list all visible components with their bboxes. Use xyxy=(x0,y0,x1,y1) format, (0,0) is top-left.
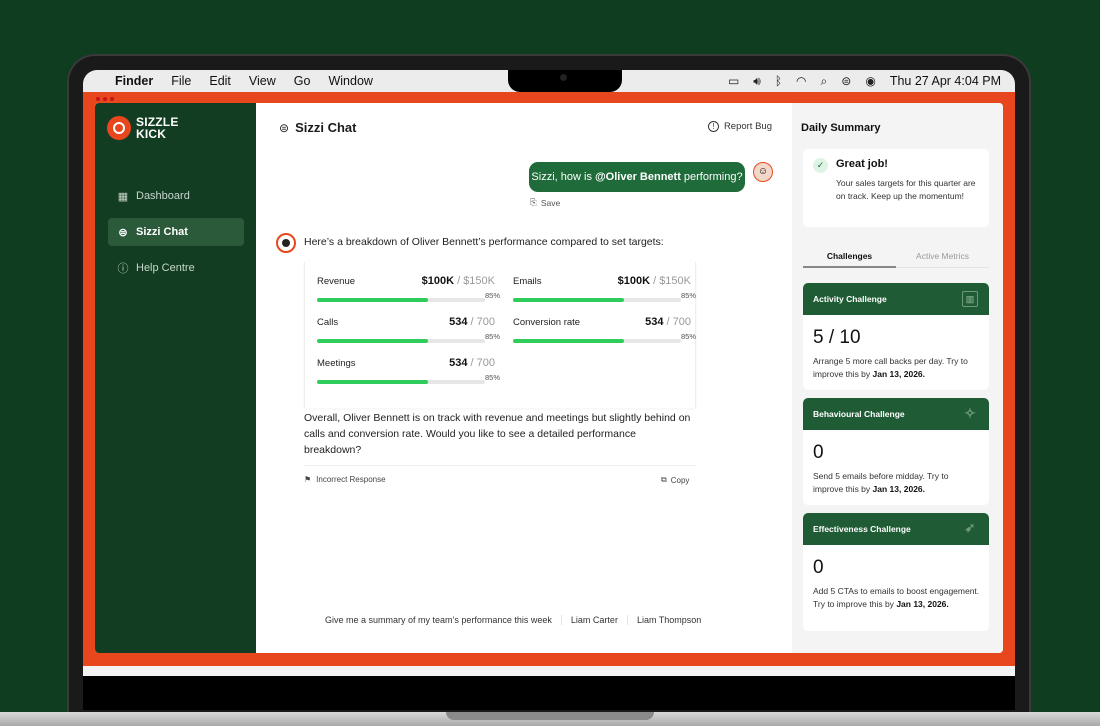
menu-file[interactable]: File xyxy=(171,74,191,88)
info-icon: ! xyxy=(707,121,719,132)
control-center-icon[interactable]: ⊜ xyxy=(841,74,851,88)
metrics-card: Revenue $100K / $150K 85% Emails $100K / $… xyxy=(304,262,696,408)
suggestion-chip[interactable]: Give me a summary of my team’s performan… xyxy=(316,615,561,625)
help-icon: ⓘ xyxy=(117,263,129,275)
chat-panel: ⊜ Sizzi Chat ! Report Bug Sizzi, how is @… xyxy=(256,103,790,653)
screen-bezel: Finder File Edit View Go Window ▭ 🔊︎ ᛒ ◠… xyxy=(83,70,1015,710)
copy-button[interactable]: ⧉ Copy xyxy=(661,475,689,485)
bar-chart-icon: ▥ xyxy=(962,291,978,307)
volume-icon[interactable]: 🔊︎ xyxy=(753,74,761,89)
summary-tabs: Challenges Active Metrics xyxy=(803,244,989,268)
progress-bar xyxy=(513,339,681,344)
daily-summary-panel: Daily Summary ✓ Great job! Your sales ta… xyxy=(792,103,1003,653)
challenge-card-activity[interactable]: Activity Challenge ▥ 5 / 10 Arrange 5 mor… xyxy=(803,283,989,390)
sidebar-item-label: Sizzi Chat xyxy=(136,226,188,238)
bookmark-icon: ⎘ xyxy=(530,197,537,207)
sidebar-item-sizzi-chat[interactable]: ⊜ Sizzi Chat xyxy=(108,218,244,246)
grid-icon: ▦ xyxy=(117,190,129,203)
sidebar-item-label: Dashboard xyxy=(136,190,190,202)
display-icon[interactable]: ▭ xyxy=(728,74,739,88)
sidebar: SIZZLE KICK ▦ Dashboard ⊜ Sizzi Chat ⓘ H… xyxy=(95,103,256,653)
brand-mark-icon xyxy=(107,116,131,140)
incorrect-response-button[interactable]: ⚑ Incorrect Response xyxy=(304,475,386,484)
metric-conversion-rate: Conversion rate 534 / 700 85% xyxy=(513,316,697,344)
check-icon: ✓ xyxy=(813,158,828,173)
screen-bottom-strip xyxy=(83,666,1015,676)
spotlight-search-icon[interactable]: ⌕ xyxy=(821,74,828,89)
menu-edit[interactable]: Edit xyxy=(209,74,231,88)
challenge-card-effectiveness[interactable]: Effectiveness Challenge ➶ 0 Add 5 CTAs to… xyxy=(803,513,989,631)
menu-finder[interactable]: Finder xyxy=(115,74,153,88)
page-title: ⊜ Sizzi Chat xyxy=(279,120,357,135)
sidebar-item-help-centre[interactable]: ⓘ Help Centre xyxy=(108,254,244,282)
bot-message-intro: Here’s a breakdown of Oliver Bennett’s p… xyxy=(304,236,664,248)
metric-revenue: Revenue $100K / $150K 85% xyxy=(317,275,501,303)
progress-bar xyxy=(317,339,485,344)
flag-icon: ⚑ xyxy=(304,475,312,484)
metric-calls: Calls 534 / 700 85% xyxy=(317,316,501,344)
app-window-background: SIZZLE KICK ▦ Dashboard ⊜ Sizzi Chat ⓘ H… xyxy=(83,92,1015,666)
chat-icon: ⊜ xyxy=(279,120,290,135)
rocket-icon: ➶ xyxy=(964,520,976,535)
laptop-frame: Finder File Edit View Go Window ▭ 🔊︎ ᛒ ◠… xyxy=(67,54,1031,726)
metric-meetings: Meetings 534 / 700 85% xyxy=(317,357,501,385)
app-window: SIZZLE KICK ▦ Dashboard ⊜ Sizzi Chat ⓘ H… xyxy=(95,103,1003,653)
suggestion-chip[interactable]: Liam Thompson xyxy=(626,615,710,625)
laptop-base xyxy=(0,712,1100,726)
user-avatar[interactable]: ☺ xyxy=(753,162,773,182)
tab-challenges[interactable]: Challenges xyxy=(803,244,896,268)
suggestion-bar: Give me a summary of my team’s performan… xyxy=(316,611,710,629)
progress-bar xyxy=(317,298,485,303)
sparkle-icon: ✧ xyxy=(964,405,976,421)
bot-avatar-icon xyxy=(276,233,296,253)
user-message-bubble: Sizzi, how is @Oliver Bennett performing? xyxy=(529,162,745,192)
menu-window[interactable]: Window xyxy=(328,74,372,88)
progress-bar xyxy=(317,380,485,385)
menu-go[interactable]: Go xyxy=(294,74,311,88)
save-button[interactable]: ⎘ Save xyxy=(530,197,560,208)
sidebar-item-dashboard[interactable]: ▦ Dashboard xyxy=(108,182,244,210)
report-bug-button[interactable]: ! Report Bug xyxy=(707,121,772,132)
sidebar-item-label: Help Centre xyxy=(136,262,195,274)
siri-icon[interactable]: ◉ xyxy=(865,74,875,88)
metric-emails: Emails $100K / $150K 85% xyxy=(513,275,697,303)
copy-icon: ⧉ xyxy=(661,475,667,484)
menubar-clock[interactable]: Thu 27 Apr 4:04 PM xyxy=(890,74,1001,88)
bluetooth-icon[interactable]: ᛒ xyxy=(775,74,782,88)
suggestion-chip[interactable]: Liam Carter xyxy=(560,615,627,625)
menu-view[interactable]: View xyxy=(249,74,276,88)
wifi-icon[interactable]: ◠ xyxy=(796,74,806,88)
brand-logo[interactable]: SIZZLE KICK xyxy=(107,116,179,140)
tab-active-metrics[interactable]: Active Metrics xyxy=(896,244,989,268)
divider xyxy=(304,465,696,466)
bot-message-summary: Overall, Oliver Bennett is on track with… xyxy=(304,412,691,456)
chat-icon: ⊜ xyxy=(118,226,128,239)
daily-summary-title: Daily Summary xyxy=(801,122,881,134)
sidebar-nav: ▦ Dashboard ⊜ Sizzi Chat ⓘ Help Centre xyxy=(108,182,244,290)
great-job-card: ✓ Great job! Your sales targets for this… xyxy=(803,149,989,227)
progress-bar xyxy=(513,298,681,303)
challenge-card-behavioural[interactable]: Behavioural Challenge ✧ 0 Send 5 emails b… xyxy=(803,398,989,505)
window-controls[interactable] xyxy=(96,97,114,101)
camera-notch xyxy=(508,70,622,92)
